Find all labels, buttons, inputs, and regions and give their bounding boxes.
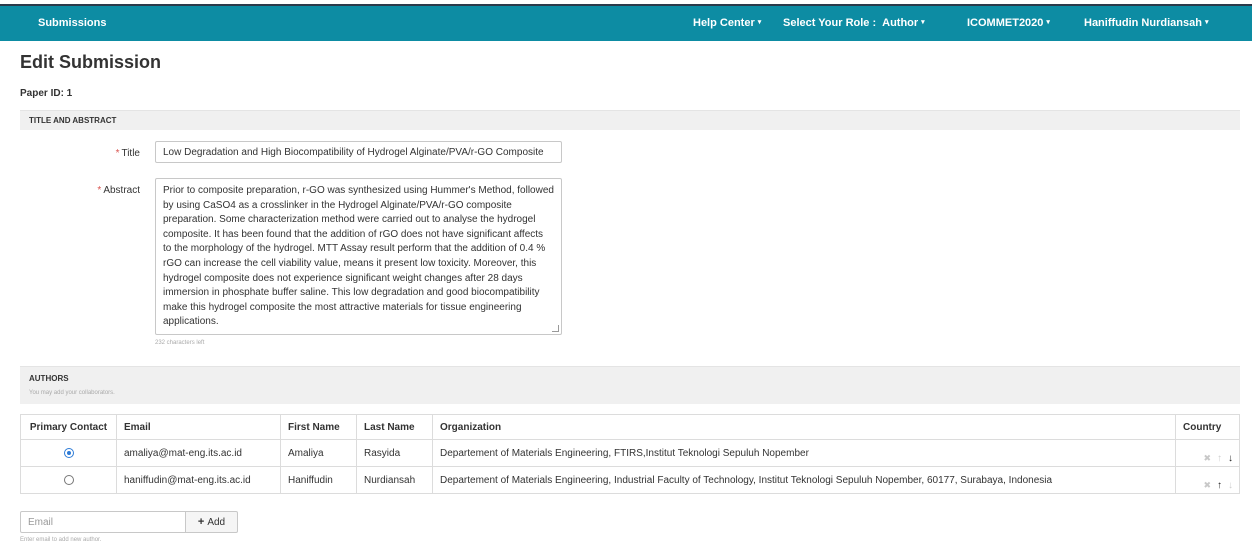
- move-up-icon[interactable]: ↑: [1217, 453, 1222, 464]
- move-down-icon[interactable]: ↓: [1228, 453, 1233, 464]
- country-cell: ✖ ↑ ↓: [1175, 439, 1240, 467]
- abstract-label: * Abstract: [60, 185, 140, 196]
- required-mark: *: [97, 185, 102, 196]
- abstract-label-text: Abstract: [103, 185, 140, 196]
- section-subtitle: You may add your collaborators.: [29, 390, 115, 396]
- row-actions: ✖ ↑ ↓: [1203, 480, 1233, 491]
- column-header-last-name: Last Name: [356, 414, 433, 440]
- user-name: Haniffudin Nurdiansah: [1084, 17, 1202, 29]
- paper-id: Paper ID: 1: [20, 88, 73, 99]
- top-navbar: Submissions Help Center ▾ Select Your Ro…: [0, 4, 1252, 41]
- section-title: TITLE AND ABSTRACT: [29, 116, 117, 125]
- user-menu[interactable]: Haniffudin Nurdiansah ▾: [1084, 17, 1208, 29]
- role-label: Select Your Role :: [783, 17, 877, 29]
- conference-menu[interactable]: ICOMMET2020 ▾: [967, 17, 1050, 29]
- characters-left-counter: 232 characters left: [155, 340, 205, 346]
- column-header-organization: Organization: [432, 414, 1176, 440]
- help-center-label: Help Center: [693, 17, 755, 29]
- required-mark: *: [115, 148, 120, 159]
- country-cell: ✖ ↑ ↓: [1175, 466, 1240, 494]
- role-value: Author: [882, 17, 919, 29]
- conference-label: ICOMMET2020: [967, 17, 1044, 29]
- last-name-cell: Rasyida: [356, 439, 433, 467]
- email-cell: haniffudin@mat-eng.its.ac.id: [116, 466, 281, 494]
- primary-contact-cell: [20, 466, 117, 494]
- abstract-text: Prior to composite preparation, r-GO was…: [163, 185, 554, 328]
- remove-icon[interactable]: ✖: [1203, 453, 1211, 464]
- authors-section-header: AUTHORS You may add your collaborators.: [20, 366, 1240, 404]
- add-author-email-input[interactable]: [20, 511, 186, 533]
- primary-contact-cell: [20, 439, 117, 467]
- email-cell: amaliya@mat-eng.its.ac.id: [116, 439, 281, 467]
- last-name-cell: Nurdiansah: [356, 466, 433, 494]
- title-input[interactable]: [155, 141, 562, 163]
- add-author-group: + Add: [20, 511, 238, 533]
- organization-cell: Departement of Materials Engineering, In…: [432, 466, 1176, 494]
- title-label: * Title: [60, 148, 140, 159]
- primary-contact-radio[interactable]: [63, 447, 74, 458]
- first-name-cell: Haniffudin: [280, 466, 357, 494]
- authors-table: Primary Contact Email First Name Last Na…: [20, 414, 1240, 494]
- add-author-hint: Enter email to add new author.: [20, 537, 102, 543]
- nav-submissions-link[interactable]: Submissions: [38, 17, 106, 29]
- row-actions: ✖ ↑ ↓: [1203, 453, 1233, 464]
- title-abstract-section-header: TITLE AND ABSTRACT: [20, 110, 1240, 130]
- role-selector[interactable]: Select Your Role : Author ▾: [783, 17, 925, 29]
- caret-down-icon: ▾: [1046, 19, 1050, 26]
- table-row: amaliya@mat-eng.its.ac.id Amaliya Rasyid…: [20, 439, 1240, 467]
- table-header-row: Primary Contact Email First Name Last Na…: [20, 414, 1240, 440]
- title-label-text: Title: [121, 148, 140, 159]
- add-button-label: Add: [207, 516, 226, 528]
- column-header-first-name: First Name: [280, 414, 357, 440]
- plus-icon: +: [197, 516, 205, 528]
- section-title: AUTHORS: [29, 374, 69, 383]
- first-name-cell: Amaliya: [280, 439, 357, 467]
- caret-down-icon: ▾: [921, 19, 925, 26]
- table-row: haniffudin@mat-eng.its.ac.id Haniffudin …: [20, 466, 1240, 494]
- primary-contact-radio[interactable]: [63, 474, 74, 485]
- column-header-primary-contact: Primary Contact: [20, 414, 117, 440]
- caret-down-icon: ▾: [1204, 19, 1209, 26]
- resize-handle-icon[interactable]: [552, 325, 559, 332]
- page-title: Edit Submission: [20, 52, 162, 72]
- column-header-country: Country: [1175, 414, 1240, 440]
- caret-down-icon: ▾: [757, 19, 762, 26]
- add-author-button[interactable]: + Add: [186, 511, 238, 533]
- move-down-icon[interactable]: ↓: [1228, 480, 1233, 491]
- column-header-email: Email: [116, 414, 281, 440]
- organization-cell: Departement of Materials Engineering, FT…: [432, 439, 1176, 467]
- help-center-menu[interactable]: Help Center ▾: [693, 17, 761, 29]
- remove-icon[interactable]: ✖: [1203, 480, 1211, 491]
- move-up-icon[interactable]: ↑: [1217, 480, 1222, 491]
- abstract-textarea[interactable]: Prior to composite preparation, r-GO was…: [155, 178, 562, 335]
